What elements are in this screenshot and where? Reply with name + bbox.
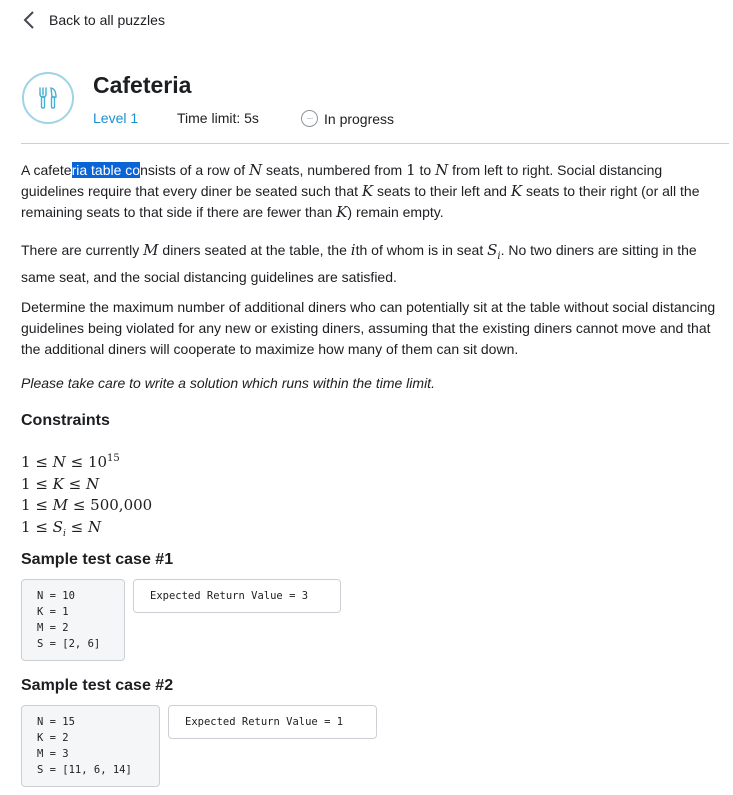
constraint-s: 1 ≤ Si ≤ N xyxy=(21,517,102,539)
constraint-k: 1 ≤ K ≤ N xyxy=(21,474,100,493)
header-divider xyxy=(21,143,729,144)
selected-text: ria table co xyxy=(71,162,141,178)
constraint-m: 1 ≤ M ≤ 500,000 xyxy=(21,496,153,514)
status-label: In progress xyxy=(324,110,395,127)
sample-1-input: N = 10 K = 1 M = 2 S = [2, 6] xyxy=(21,579,125,661)
status-badge: ··· In progress xyxy=(301,110,394,127)
back-link-label: Back to all puzzles xyxy=(49,12,165,28)
cutlery-icon xyxy=(22,72,74,124)
constraints-list: 1 ≤ N ≤ 1015 1 ≤ K ≤ N 1 ≤ M ≤ 500,000 1… xyxy=(21,448,152,545)
constraints-heading: Constraints xyxy=(21,412,110,429)
chevron-left-icon xyxy=(23,11,34,29)
level-link[interactable]: Level 1 xyxy=(93,110,138,126)
sample-2-heading: Sample test case #2 xyxy=(21,677,174,694)
constraint-n: 1 ≤ N ≤ 1015 xyxy=(21,453,120,471)
statement-paragraph-1: A cafeteria table consists of a row of N… xyxy=(21,161,700,221)
statement-paragraph-2: There are currently M diners seated at t… xyxy=(21,241,697,285)
ellipsis-icon: ··· xyxy=(301,110,318,127)
puzzle-title: Cafeteria xyxy=(93,72,192,98)
time-limit-note: Please take care to write a solution whi… xyxy=(21,375,435,391)
time-limit: Time limit: 5s xyxy=(177,110,259,126)
sample-1-heading: Sample test case #1 xyxy=(21,551,174,568)
sample-2-input: N = 15 K = 2 M = 3 S = [11, 6, 14] xyxy=(21,705,160,787)
sample-1-expected: Expected Return Value = 3 xyxy=(133,579,341,613)
sample-2-expected: Expected Return Value = 1 xyxy=(168,705,377,739)
back-to-puzzles-link[interactable]: Back to all puzzles xyxy=(22,10,165,30)
statement-paragraph-3: Determine the maximum number of addition… xyxy=(21,299,716,357)
